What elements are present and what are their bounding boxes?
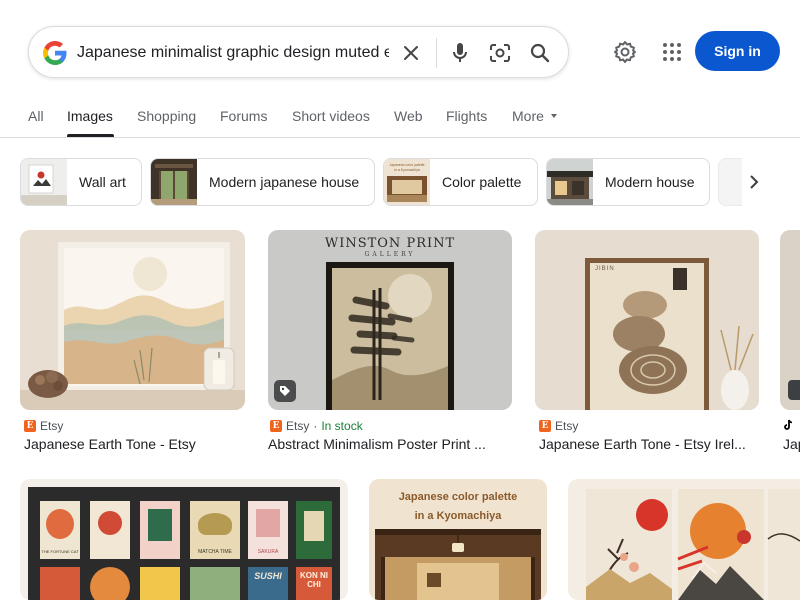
result-title[interactable]: Japanese Earth Tone - Etsy Irel...	[539, 436, 746, 452]
result-title[interactable]: Japanese Earth Tone - Etsy	[24, 436, 196, 452]
result-image[interactable]: JIBIN	[535, 230, 759, 410]
etsy-icon: E	[539, 420, 551, 432]
tab-more[interactable]: More	[512, 108, 557, 124]
result-image[interactable]: WINSTON PRINT GALLERY	[268, 230, 512, 410]
result-title[interactable]: Jap	[783, 436, 800, 452]
image-result[interactable]: JIBIN E Etsy Japanese Earth Tone - Etsy …	[535, 230, 759, 460]
chip-label: Color palette	[442, 174, 522, 190]
gear-icon	[614, 41, 636, 63]
google-apps-button[interactable]	[658, 38, 686, 66]
chip-label: Wall art	[79, 174, 126, 190]
chip-thumbnail	[547, 159, 593, 205]
google-g-icon	[43, 41, 67, 65]
chips-next-button[interactable]	[742, 170, 766, 194]
chip-overflow-preview	[718, 158, 742, 206]
tab-web[interactable]: Web	[394, 108, 423, 124]
etsy-icon: E	[24, 420, 36, 432]
shopping-tag-badge	[274, 380, 296, 402]
stock-status: In stock	[321, 419, 363, 433]
result-source[interactable]: E Etsy · In stock	[270, 419, 363, 433]
image-caption-jibin: JIBIN	[595, 266, 615, 272]
poster-caption-sushi: SUSHI	[254, 571, 282, 581]
camera-lens-icon	[490, 44, 510, 62]
poster-caption-matcha: MATCHA TIME	[198, 549, 232, 555]
image-result-row2-2[interactable]: Japanese color palette in a Kyomachiya	[369, 479, 547, 600]
tab-flights[interactable]: Flights	[446, 108, 487, 124]
chip-color-palette[interactable]: Japanese color palette in a Kyomachiya C…	[383, 158, 538, 206]
source-name: Etsy	[40, 419, 64, 433]
caret-down-icon	[550, 114, 557, 119]
image-result-row2-3[interactable]	[568, 479, 800, 600]
image-result[interactable]: E Etsy Japanese Earth Tone - Etsy	[20, 230, 245, 460]
apps-grid-icon	[663, 43, 681, 61]
result-image[interactable]	[780, 230, 800, 410]
tab-shopping[interactable]: Shopping	[137, 108, 196, 124]
search-button[interactable]	[527, 40, 553, 66]
image-result[interactable]: Jap	[780, 230, 800, 460]
chip-thumbnail: Japanese color palette in a Kyomachiya	[384, 159, 430, 205]
result-source[interactable]: E Etsy	[24, 419, 63, 433]
search-box[interactable]: Japanese minimalist graphic design muted…	[28, 26, 569, 78]
chip-thumb-caption-2: in a Kyomachiya	[394, 168, 420, 172]
image-search-button[interactable]	[487, 40, 513, 66]
voice-search-button[interactable]	[447, 40, 473, 66]
image-result-row2-1[interactable]: THE FORTUNE CAT MATCHA TIME SAKURA SUSHI…	[20, 479, 348, 600]
chip-wall-art[interactable]: Wall art	[20, 158, 142, 206]
etsy-icon: E	[270, 420, 282, 432]
tag-icon	[280, 386, 290, 396]
result-source[interactable]: E Etsy	[539, 419, 578, 433]
tab-all[interactable]: All	[28, 108, 44, 124]
settings-button[interactable]	[611, 38, 639, 66]
chip-label: Modern japanese house	[209, 174, 360, 190]
clear-icon	[404, 46, 418, 60]
chip-label: Modern house	[605, 174, 695, 190]
search-tabs: All Images Shopping Forums Short videos …	[0, 100, 800, 138]
microphone-icon	[453, 43, 467, 62]
active-tab-indicator	[67, 134, 114, 137]
search-divider	[436, 38, 437, 68]
clear-search-button[interactable]	[398, 40, 424, 66]
tab-images[interactable]: Images	[67, 108, 113, 124]
tab-short-videos[interactable]: Short videos	[292, 108, 370, 124]
chip-thumbnail	[21, 159, 67, 205]
chip-modern-house[interactable]: Modern house	[546, 158, 710, 206]
search-input[interactable]: Japanese minimalist graphic design muted…	[77, 42, 389, 64]
source-name: Etsy	[555, 419, 579, 433]
chip-thumbnail	[151, 159, 197, 205]
sign-in-button[interactable]: Sign in	[695, 31, 780, 71]
image-result[interactable]: WINSTON PRINT GALLERY E Etsy · In stock …	[268, 230, 512, 460]
source-name: Etsy	[286, 419, 310, 433]
tab-more-label: More	[512, 108, 544, 124]
poster-caption-konnichi: KON NI CHI	[300, 571, 328, 589]
chevron-right-icon	[750, 175, 759, 189]
chip-modern-japanese-house[interactable]: Modern japanese house	[150, 158, 375, 206]
poster-caption-fortune: THE FORTUNE CAT	[41, 549, 79, 554]
chip-thumb-caption-1: Japanese color palette	[389, 163, 425, 167]
result-image[interactable]	[20, 230, 245, 410]
poster-caption-sakura: SAKURA	[257, 549, 279, 555]
search-icon	[530, 43, 550, 63]
tab-forums[interactable]: Forums	[220, 108, 267, 124]
tiktok-icon	[784, 419, 793, 430]
result-title[interactable]: Abstract Minimalism Poster Print ...	[268, 436, 486, 452]
result-source[interactable]	[782, 419, 794, 431]
